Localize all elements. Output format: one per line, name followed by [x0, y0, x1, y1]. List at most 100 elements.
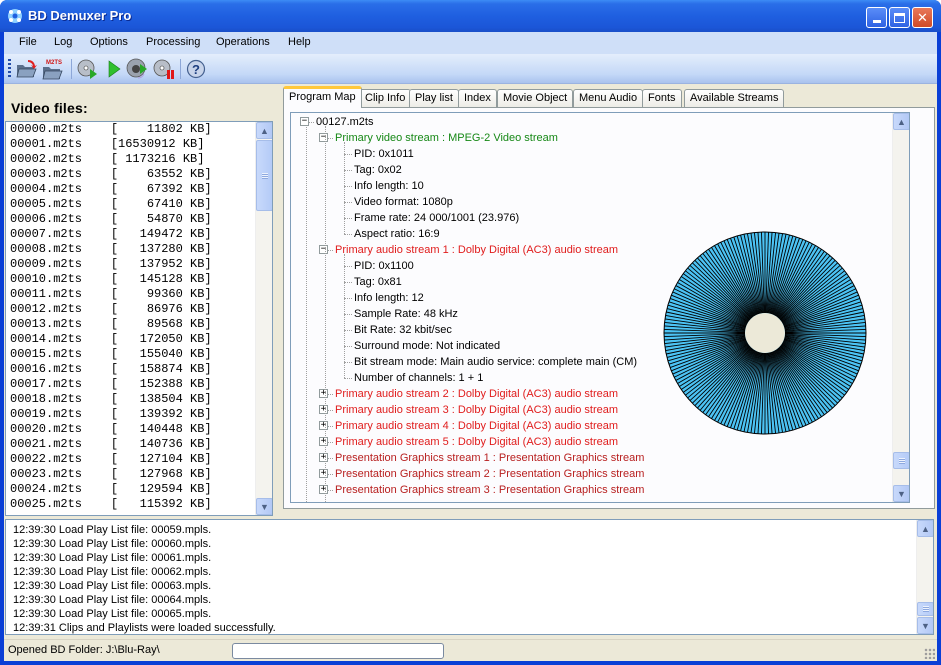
tab-menu-audio[interactable]: Menu Audio [573, 89, 644, 108]
collapse-icon[interactable]: − [319, 245, 328, 254]
disc-stop-button[interactable] [152, 57, 176, 81]
menu-processing[interactable]: Processing [146, 36, 200, 48]
file-list-item[interactable]: 00003.m2ts [ 63552 KB] [6, 167, 272, 182]
audio-stream-node[interactable]: Primary audio stream 2 : Dolby Digital (… [335, 386, 618, 402]
stream-tree[interactable]: ▲ ▼ −00127.m2ts − Primary video stream : M… [290, 112, 910, 503]
scroll-thumb[interactable] [256, 140, 272, 211]
scroll-up-button[interactable]: ▲ [256, 122, 272, 139]
tab-program-map[interactable]: Program Map [283, 86, 362, 108]
collapse-icon[interactable]: − [300, 117, 309, 126]
audio-stream-node[interactable]: Primary audio stream 3 : Dolby Digital (… [335, 402, 618, 418]
tree-scrollbar[interactable]: ▲ ▼ [892, 113, 909, 502]
expand-icon[interactable]: + [319, 437, 328, 446]
file-list-item[interactable]: 00009.m2ts [ 137952 KB] [6, 257, 272, 272]
stream-property[interactable]: Info length: 10 [354, 178, 424, 194]
resize-grip[interactable] [924, 648, 935, 659]
log-scrollbar[interactable]: ▲ ▼ [916, 520, 933, 634]
scroll-up-button[interactable]: ▲ [917, 520, 933, 537]
stream-property[interactable]: PID: 0x1011 [354, 146, 414, 162]
file-list-item[interactable]: 00021.m2ts [ 140736 KB] [6, 437, 272, 452]
file-list-item[interactable]: 00011.m2ts [ 99360 KB] [6, 287, 272, 302]
expand-icon[interactable]: + [319, 469, 328, 478]
file-list-item[interactable]: 00020.m2ts [ 140448 KB] [6, 422, 272, 437]
file-list-item[interactable]: 00006.m2ts [ 54870 KB] [6, 212, 272, 227]
expand-icon[interactable]: + [319, 421, 328, 430]
menu-log[interactable]: Log [54, 36, 72, 48]
file-list-item[interactable]: 00024.m2ts [ 129594 KB] [6, 482, 272, 497]
stream-property[interactable]: Tag: 0x81 [354, 274, 402, 290]
menu-file[interactable]: File [19, 36, 37, 48]
scroll-up-button[interactable]: ▲ [893, 113, 909, 130]
scroll-thumb[interactable] [917, 602, 933, 616]
stream-property[interactable]: Sample Rate: 48 kHz [354, 306, 458, 322]
file-list-item[interactable]: 00007.m2ts [ 149472 KB] [6, 227, 272, 242]
stream-property[interactable]: Info length: 12 [354, 290, 424, 306]
tab-play-list[interactable]: Play list [409, 89, 459, 108]
menu-operations[interactable]: Operations [216, 36, 270, 48]
file-list-item[interactable]: 00025.m2ts [ 115392 KB] [6, 497, 272, 512]
video-stream-node[interactable]: Primary video stream : MPEG-2 Video stre… [335, 130, 558, 146]
stream-property[interactable]: PID: 0x1100 [354, 258, 414, 274]
expand-icon[interactable]: + [319, 405, 328, 414]
disc-play-button[interactable] [76, 57, 100, 81]
expand-icon[interactable]: + [319, 389, 328, 398]
file-list-item[interactable]: 00015.m2ts [ 155040 KB] [6, 347, 272, 362]
pg-stream-node[interactable]: Presentation Graphics stream 2 : Present… [335, 466, 644, 482]
scroll-down-button[interactable]: ▼ [256, 498, 272, 515]
file-list-item[interactable]: 00012.m2ts [ 86976 KB] [6, 302, 272, 317]
file-list-item[interactable]: 00022.m2ts [ 127104 KB] [6, 452, 272, 467]
audio-stream-node[interactable]: Primary audio stream 1 : Dolby Digital (… [335, 242, 618, 258]
file-list-item[interactable]: 00019.m2ts [ 139392 KB] [6, 407, 272, 422]
stream-property[interactable]: Bit stream mode: Main audio service: com… [354, 354, 637, 370]
pg-stream-node[interactable]: Presentation Graphics stream 1 : Present… [335, 450, 644, 466]
collapse-icon[interactable]: − [319, 133, 328, 142]
audio-stream-node[interactable]: Primary audio stream 5 : Dolby Digital (… [335, 434, 618, 450]
file-list-item[interactable]: 00010.m2ts [ 145128 KB] [6, 272, 272, 287]
open-m2ts-button[interactable]: M2TS [41, 57, 65, 81]
file-list-item[interactable]: 00014.m2ts [ 172050 KB] [6, 332, 272, 347]
expand-icon[interactable]: + [319, 485, 328, 494]
file-list-item[interactable]: 00018.m2ts [ 138504 KB] [6, 392, 272, 407]
file-list-item[interactable]: 00016.m2ts [ 158874 KB] [6, 362, 272, 377]
file-list-item[interactable]: 00023.m2ts [ 127968 KB] [6, 467, 272, 482]
stream-property[interactable]: Tag: 0x02 [354, 162, 402, 178]
stream-property[interactable]: Surround mode: Not indicated [354, 338, 500, 354]
video-files-list[interactable]: 00000.m2ts [ 11802 KB] 00001.m2ts [165309… [5, 121, 273, 516]
title-bar[interactable]: BD Demuxer Pro ✕ [0, 0, 941, 32]
tab-movie-object[interactable]: Movie Object [497, 89, 574, 108]
open-folder-button[interactable] [15, 57, 39, 81]
log-panel[interactable]: 12:39:30 Load Play List file: 00059.mpls… [5, 519, 934, 635]
stream-property[interactable]: Aspect ratio: 16:9 [354, 226, 440, 242]
menu-help[interactable]: Help [288, 36, 311, 48]
menu-options[interactable]: Options [90, 36, 128, 48]
scroll-down-button[interactable]: ▼ [893, 485, 909, 502]
video-files-scrollbar[interactable]: ▲ ▼ [255, 122, 272, 515]
play-button[interactable] [102, 57, 126, 81]
tab-clip-info[interactable]: Clip Info [359, 89, 412, 108]
stream-property[interactable]: Video format: 1080p [354, 194, 453, 210]
disc-demux-button[interactable] [125, 57, 149, 81]
toolbar-grip[interactable] [8, 59, 11, 79]
file-list-item[interactable]: 00017.m2ts [ 152388 KB] [6, 377, 272, 392]
tab-available-streams[interactable]: Available Streams [684, 89, 785, 108]
scroll-down-button[interactable]: ▼ [917, 617, 933, 634]
expand-icon[interactable]: + [319, 453, 328, 462]
tab-index[interactable]: Index [458, 89, 497, 108]
stream-property[interactable]: Bit Rate: 32 kbit/sec [354, 322, 452, 338]
file-list-item[interactable]: 00013.m2ts [ 89568 KB] [6, 317, 272, 332]
maximize-button[interactable] [889, 7, 910, 28]
file-list-item[interactable]: 00002.m2ts [ 1173216 KB] [6, 152, 272, 167]
file-list-item[interactable]: 00001.m2ts [16530912 KB] [6, 137, 272, 152]
stream-property[interactable]: Number of channels: 1 + 1 [354, 370, 483, 386]
tab-fonts[interactable]: Fonts [642, 89, 682, 108]
audio-stream-node[interactable]: Primary audio stream 4 : Dolby Digital (… [335, 418, 618, 434]
file-list-item[interactable]: 00000.m2ts [ 11802 KB] [6, 122, 272, 137]
stream-property[interactable]: Frame rate: 24 000/1001 (23.976) [354, 210, 519, 226]
file-list-item[interactable]: 00008.m2ts [ 137280 KB] [6, 242, 272, 257]
file-list-item[interactable]: 00005.m2ts [ 67410 KB] [6, 197, 272, 212]
file-list-item[interactable]: 00004.m2ts [ 67392 KB] [6, 182, 272, 197]
help-button[interactable]: ? [184, 57, 208, 81]
minimize-button[interactable] [866, 7, 887, 28]
scroll-thumb[interactable] [893, 452, 909, 469]
pg-stream-node[interactable]: Presentation Graphics stream 3 : Present… [335, 482, 644, 498]
